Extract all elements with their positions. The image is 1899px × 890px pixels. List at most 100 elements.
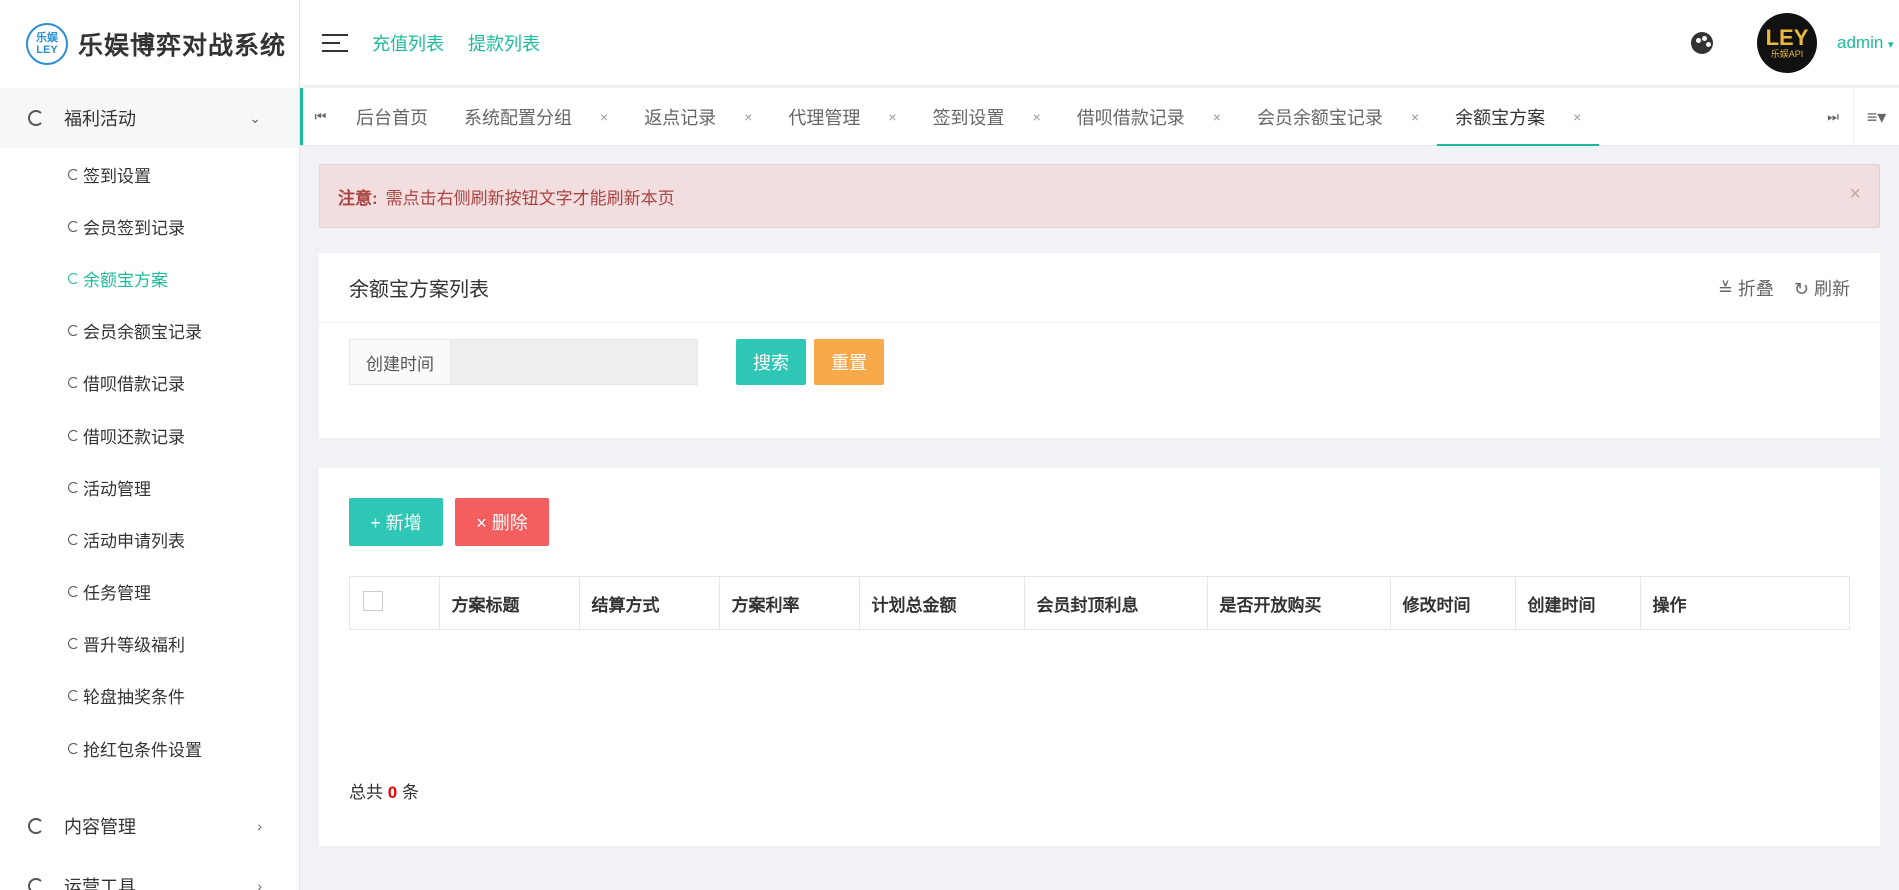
- tabs-last-icon[interactable]: ⏭: [1827, 88, 1839, 146]
- total-count: 总共 0 条: [349, 778, 419, 803]
- top-header: 充值列表 提款列表 LEY 乐娱API admin ▾: [300, 0, 1899, 86]
- column-header[interactable]: 结算方式: [579, 577, 720, 629]
- column-header[interactable]: 是否开放购买: [1207, 577, 1391, 629]
- sidebar-item-yuebao-plan[interactable]: 余额宝方案: [0, 252, 299, 304]
- search-row: 创建时间 搜索 重置: [319, 323, 1880, 401]
- close-icon[interactable]: ×: [1213, 109, 1221, 125]
- tabs-first-icon[interactable]: ⏮: [300, 88, 338, 145]
- sidebar-group-content[interactable]: 内容管理 ›: [0, 796, 299, 856]
- close-icon[interactable]: ×: [1573, 109, 1581, 125]
- tab-agent[interactable]: 代理管理 ×: [770, 88, 914, 145]
- close-icon[interactable]: ×: [744, 109, 752, 125]
- select-all-cell: [350, 577, 440, 629]
- logo-mark-top: 乐娱: [36, 32, 58, 44]
- column-header[interactable]: 计划总金额: [859, 577, 1025, 629]
- circle-icon: [68, 377, 79, 389]
- circle-icon: [28, 878, 44, 890]
- sidebar-group-welfare[interactable]: 福利活动 ⌄: [0, 88, 299, 148]
- sidebar-item-level-welfare[interactable]: 晋升等级福利: [0, 618, 299, 670]
- header-right: LEY 乐娱API admin ▾: [1691, 0, 1899, 86]
- sidebar-item-label: 活动管理: [83, 479, 151, 499]
- circle-icon: [68, 429, 79, 441]
- tab-home[interactable]: 后台首页: [338, 88, 446, 145]
- sidebar-item-activity-mgmt[interactable]: 活动管理: [0, 461, 299, 513]
- circle-icon: [68, 638, 79, 650]
- tab-checkin[interactable]: 签到设置 ×: [915, 88, 1059, 145]
- logo[interactable]: 乐娱 LEY 乐娱博弈对战系统: [0, 0, 299, 88]
- search-button[interactable]: 搜索: [736, 339, 806, 385]
- sidebar-item-checkin-settings[interactable]: 签到设置: [0, 148, 299, 200]
- top-link-recharge[interactable]: 充值列表: [372, 30, 444, 56]
- sidebar-item-activity-apply[interactable]: 活动申请列表: [0, 513, 299, 565]
- column-header[interactable]: 方案利率: [719, 577, 860, 629]
- sidebar-item-label: 抢红包条件设置: [83, 740, 202, 760]
- tab-label: 签到设置: [932, 107, 1005, 128]
- tab-member-yuebao[interactable]: 会员余额宝记录 ×: [1239, 88, 1437, 145]
- chevron-right-icon: ›: [257, 818, 262, 834]
- sidebar-group-ops[interactable]: 运营工具 ›: [0, 856, 299, 890]
- logo-icon: 乐娱 LEY: [26, 23, 68, 65]
- panel-tools: ≚ 折叠 ↻ 刷新: [1698, 253, 1850, 323]
- avatar[interactable]: LEY 乐娱API: [1757, 13, 1817, 73]
- sidebar-item-label: 借呗借款记录: [83, 375, 185, 395]
- total-number: 0: [387, 783, 398, 802]
- collapse-button[interactable]: ≚ 折叠: [1718, 275, 1774, 301]
- user-menu[interactable]: admin ▾: [1837, 33, 1899, 53]
- sidebar-group-label: 内容管理: [64, 817, 136, 837]
- circle-icon: [68, 272, 79, 284]
- sidebar-item-redpacket-settings[interactable]: 抢红包条件设置: [0, 722, 299, 774]
- sidebar-item-task-mgmt[interactable]: 任务管理: [0, 566, 299, 618]
- tab-loan[interactable]: 借呗借款记录 ×: [1059, 88, 1239, 145]
- close-icon[interactable]: ×: [1849, 183, 1861, 206]
- tabs-menu-icon[interactable]: ≡▾: [1853, 88, 1899, 146]
- tab-label: 借呗借款记录: [1076, 107, 1185, 128]
- select-all-checkbox[interactable]: [363, 590, 383, 611]
- close-icon[interactable]: ×: [888, 109, 896, 125]
- close-icon[interactable]: ×: [1411, 109, 1419, 125]
- total-suffix: 条: [401, 783, 419, 802]
- sidebar-item-member-checkin[interactable]: 会员签到记录: [0, 200, 299, 252]
- add-button[interactable]: + 新增: [349, 498, 443, 546]
- column-header[interactable]: 创建时间: [1515, 577, 1641, 629]
- circle-icon: [68, 690, 79, 702]
- tab-label: 系统配置分组: [464, 107, 572, 128]
- close-icon[interactable]: ×: [1033, 109, 1041, 125]
- tab-config-group[interactable]: 系统配置分组 ×: [446, 88, 626, 145]
- circle-icon: [68, 325, 79, 337]
- sidebar-group-label: 福利活动: [64, 109, 136, 129]
- tab-bar: ⏮ 后台首页 系统配置分组 × 返点记录 × 代理管理 × 签到设置 × 借呗借款记录 ×…: [300, 88, 1899, 146]
- menu-toggle-icon[interactable]: [322, 33, 348, 53]
- sidebar-item-label: 会员签到记录: [83, 218, 185, 238]
- column-header[interactable]: 方案标题: [439, 577, 580, 629]
- sidebar-item-wheel-conditions[interactable]: 轮盘抽奖条件: [0, 670, 299, 722]
- circle-icon: [68, 533, 79, 545]
- palette-icon[interactable]: [1691, 32, 1713, 54]
- tab-yuebao-plan[interactable]: 余额宝方案 ×: [1437, 88, 1600, 146]
- circle-icon: [68, 168, 79, 180]
- notice-prefix: 注意:: [338, 188, 378, 208]
- panel-title: 余额宝方案列表: [349, 279, 489, 301]
- refresh-button[interactable]: ↻ 刷新: [1794, 275, 1850, 301]
- field-label: 创建时间: [350, 340, 451, 384]
- circle-icon: [28, 818, 44, 834]
- sidebar-item-repay-records[interactable]: 借呗还款记录: [0, 409, 299, 461]
- column-header[interactable]: 修改时间: [1390, 577, 1516, 629]
- sidebar-item-member-yuebao[interactable]: 会员余额宝记录: [0, 305, 299, 357]
- tab-label: 返点记录: [644, 107, 717, 128]
- table-toolbar: + 新增 × 删除: [319, 468, 1880, 546]
- tab-label: 会员余额宝记录: [1256, 107, 1383, 128]
- tab-rebate[interactable]: 返点记录 ×: [626, 88, 770, 145]
- sidebar-item-loan-records[interactable]: 借呗借款记录: [0, 357, 299, 409]
- column-header: 操作: [1640, 577, 1849, 629]
- logo-title: 乐娱博弈对战系统: [78, 32, 287, 60]
- column-header[interactable]: 会员封顶利息: [1024, 577, 1208, 629]
- total-prefix: 总共: [349, 783, 383, 802]
- reset-button[interactable]: 重置: [814, 339, 884, 385]
- close-icon[interactable]: ×: [600, 109, 608, 125]
- table-panel: + 新增 × 删除 方案标题 结算方式 方案利率 计划总金额 会员封顶利息 是否…: [319, 468, 1880, 846]
- delete-button[interactable]: × 删除: [455, 498, 549, 546]
- tab-label: 后台首页: [356, 107, 428, 128]
- username: admin: [1837, 33, 1884, 52]
- create-time-input[interactable]: [451, 340, 697, 384]
- top-link-withdraw[interactable]: 提款列表: [468, 30, 540, 56]
